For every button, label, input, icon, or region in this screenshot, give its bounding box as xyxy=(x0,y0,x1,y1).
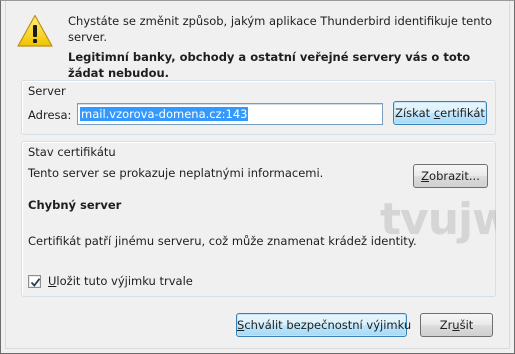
header-warning: Legitimní banky, obchody a ostatní veřej… xyxy=(68,50,471,80)
server-group: Server Adresa: mail.vzorova-domena.cz:14… xyxy=(21,80,496,135)
get-certificate-button[interactable]: Získat certifikát xyxy=(393,101,487,125)
certificate-status-group: Stav certifikátu Tento server se prokazu… xyxy=(21,141,496,297)
problem-title: Chybný server xyxy=(28,198,122,212)
problem-description: Certifikát patří jinému serveru, což můž… xyxy=(28,234,417,248)
show-certificate-button[interactable]: Zobrazit... xyxy=(413,164,488,188)
checkbox-box[interactable] xyxy=(28,274,41,288)
warning-triangle-icon xyxy=(17,14,53,47)
permanent-exception-checkbox[interactable]: Uložit tuto výjimku trvale xyxy=(28,274,193,288)
address-value: mail.vzorova-domena.cz:143 xyxy=(80,107,249,121)
certificate-status-text: Tento server se prokazuje neplatnými inf… xyxy=(28,166,324,180)
header-message: Chystáte se změnit způsob, jakým aplikac… xyxy=(68,14,493,44)
certificate-group-title: Stav certifikátu xyxy=(28,145,116,159)
checkbox-label: Uložit tuto výjimku trvale xyxy=(48,274,193,288)
server-group-title: Server xyxy=(28,84,66,98)
confirm-security-exception-button[interactable]: Schválit bezpečnostní výjimku xyxy=(236,313,411,337)
security-exception-dialog: Chystáte se změnit způsob, jakým aplikac… xyxy=(0,0,515,354)
header-text: Chystáte se změnit způsob, jakým aplikac… xyxy=(68,13,498,81)
cancel-button[interactable]: Zrušit xyxy=(420,313,493,337)
address-input[interactable]: mail.vzorova-domena.cz:143 xyxy=(77,103,383,125)
checkmark-icon xyxy=(30,277,41,287)
address-label: Adresa: xyxy=(28,108,72,122)
